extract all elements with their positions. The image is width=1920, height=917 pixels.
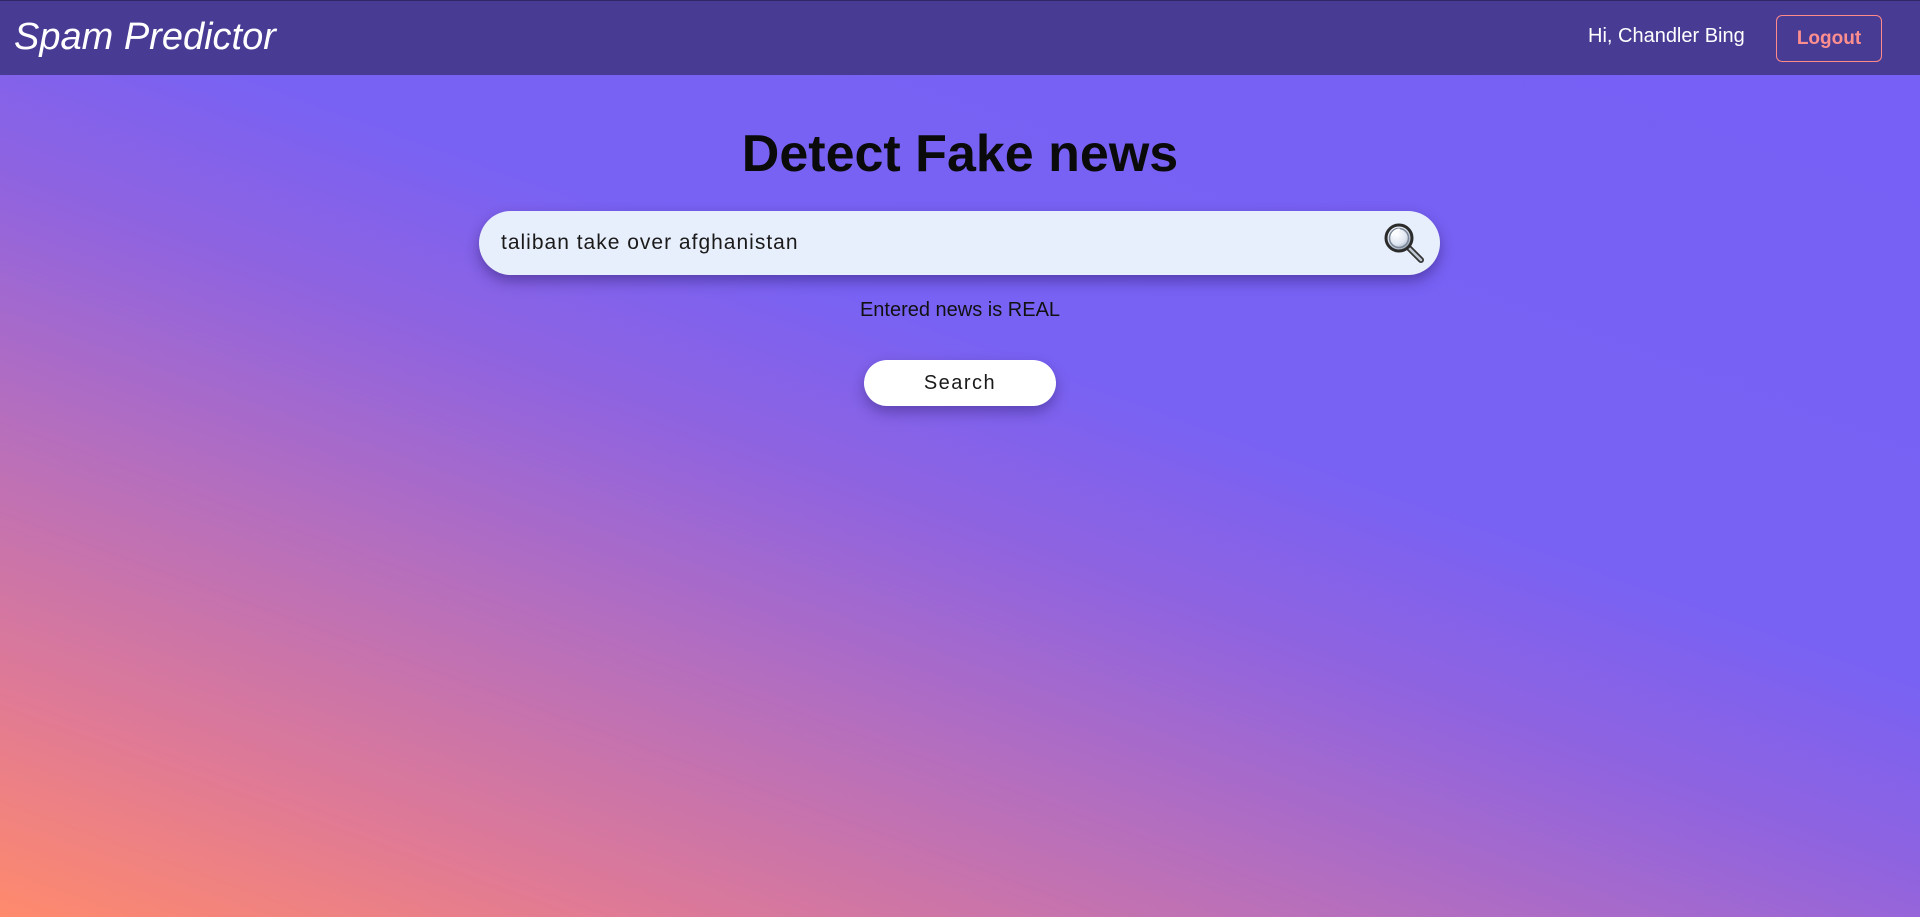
search-button[interactable]: Search <box>864 360 1056 406</box>
news-search-input[interactable] <box>501 211 1341 275</box>
brand-title[interactable]: Spam Predictor <box>14 16 276 59</box>
user-greeting: Hi, Chandler Bing <box>1588 25 1745 47</box>
search-bar <box>479 211 1440 275</box>
prediction-result: Entered news is REAL <box>859 299 1061 321</box>
page-title: Detect Fake news <box>741 125 1179 183</box>
magnifier-icon[interactable] <box>1381 220 1427 266</box>
navbar: Spam Predictor Hi, Chandler Bing Logout <box>0 0 1920 75</box>
logout-button[interactable]: Logout <box>1776 15 1882 62</box>
